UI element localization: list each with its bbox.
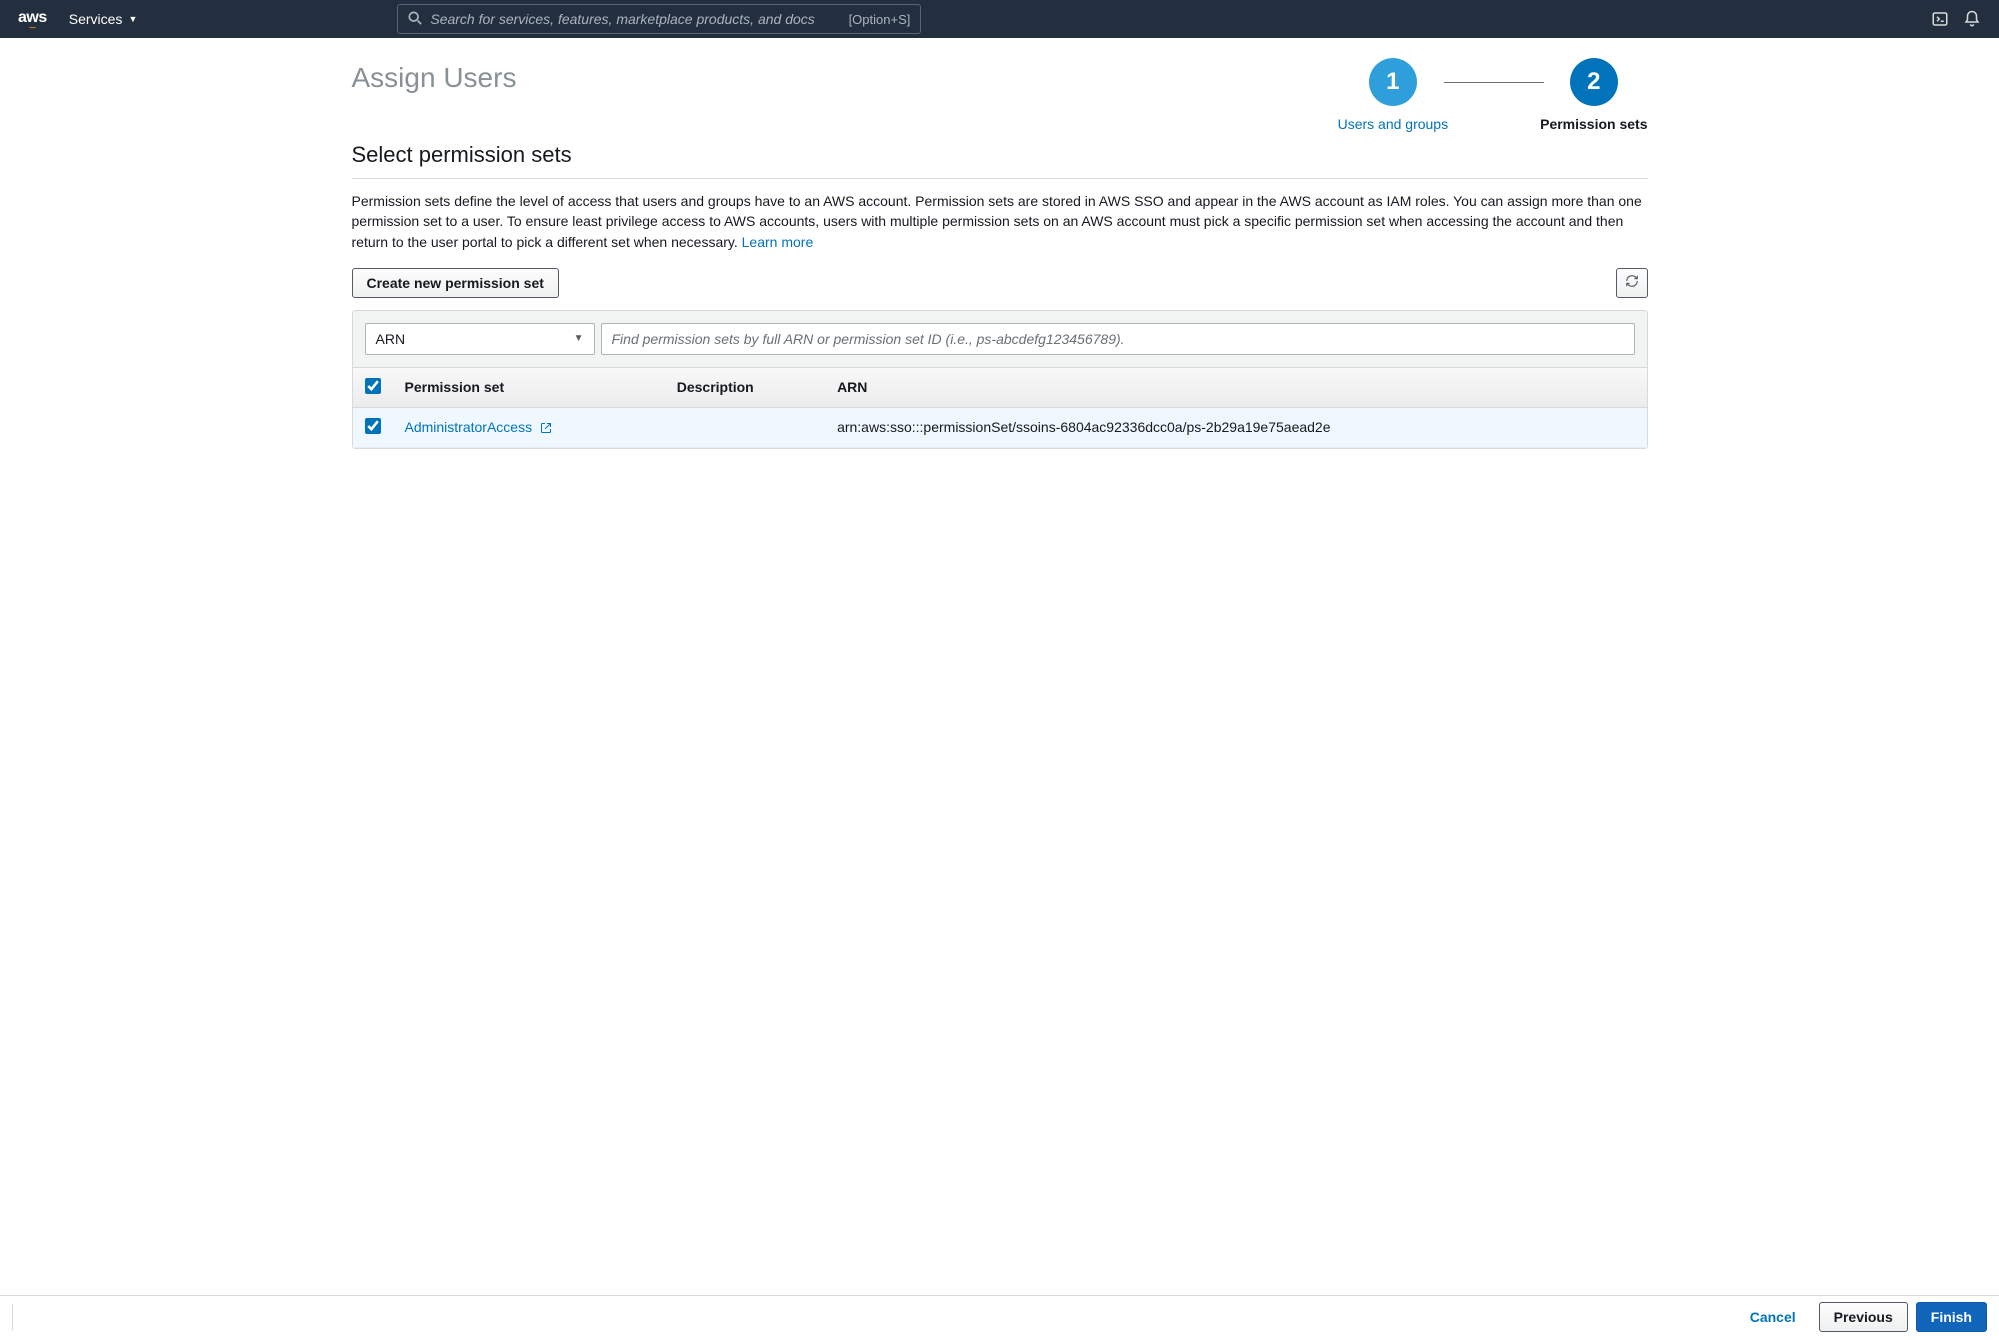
- aws-logo-smile: ⌣: [18, 26, 47, 28]
- step-permission-sets: 2 Permission sets: [1540, 58, 1647, 132]
- step-1-circle: 1: [1369, 58, 1417, 106]
- col-description: Description: [665, 368, 825, 408]
- col-select-all: [353, 368, 393, 408]
- learn-more-link[interactable]: Learn more: [742, 234, 814, 250]
- global-search-input[interactable]: [430, 11, 840, 27]
- footer-separator: [12, 1304, 13, 1330]
- filter-mode-select[interactable]: ARN ▼: [365, 323, 595, 355]
- filter-input[interactable]: [601, 323, 1635, 355]
- step-users-and-groups[interactable]: 1 Users and groups: [1338, 58, 1449, 132]
- row-arn: arn:aws:sso:::permissionSet/ssoins-6804a…: [825, 407, 1646, 447]
- services-label: Services: [69, 11, 123, 27]
- finish-button[interactable]: Finish: [1916, 1302, 1987, 1332]
- global-search[interactable]: [Option+S]: [397, 4, 921, 34]
- external-link-icon: [540, 422, 552, 434]
- step-1-label: Users and groups: [1338, 116, 1449, 132]
- description-text: Permission sets define the level of acce…: [352, 193, 1642, 250]
- permission-set-link[interactable]: AdministratorAccess: [405, 419, 552, 435]
- row-description: [665, 407, 825, 447]
- notifications-icon[interactable]: [1963, 10, 1981, 28]
- step-2-circle: 2: [1570, 58, 1618, 106]
- create-permission-set-button[interactable]: Create new permission set: [352, 268, 559, 298]
- section-description: Permission sets define the level of acce…: [352, 191, 1648, 252]
- table-row: AdministratorAccess arn:aws:sso:::permis…: [353, 407, 1647, 447]
- aws-logo[interactable]: aws ⌣: [18, 9, 47, 29]
- select-all-checkbox[interactable]: [365, 378, 381, 394]
- toolbar: Create new permission set: [352, 268, 1648, 298]
- top-navbar: aws ⌣ Services ▼ [Option+S]: [0, 0, 1999, 38]
- permission-set-name: AdministratorAccess: [405, 419, 533, 435]
- section-divider: [352, 178, 1648, 179]
- refresh-icon: [1625, 274, 1639, 291]
- services-menu[interactable]: Services ▼: [69, 11, 138, 27]
- row-checkbox[interactable]: [365, 418, 381, 434]
- cloudshell-icon[interactable]: [1931, 10, 1949, 28]
- filter-mode-label: ARN: [376, 331, 406, 347]
- step-connector: [1444, 82, 1544, 83]
- col-arn: ARN: [825, 368, 1646, 408]
- step-2-label: Permission sets: [1540, 116, 1647, 132]
- main-content: Assign Users 1 Users and groups 2 Permis…: [352, 38, 1648, 449]
- filter-bar: ARN ▼: [353, 311, 1647, 368]
- col-permission-set: Permission set: [393, 368, 665, 408]
- permission-set-panel: ARN ▼ Permission set Description ARN: [352, 310, 1648, 449]
- previous-button[interactable]: Previous: [1819, 1302, 1908, 1332]
- caret-down-icon: ▼: [128, 14, 137, 24]
- search-icon: [408, 11, 430, 28]
- wizard-steps: 1 Users and groups 2 Permission sets: [1338, 58, 1648, 132]
- cancel-button[interactable]: Cancel: [1735, 1302, 1811, 1332]
- search-shortcut-hint: [Option+S]: [849, 12, 911, 27]
- wizard-footer: Cancel Previous Finish: [0, 1295, 1999, 1340]
- caret-down-icon: ▼: [574, 333, 584, 344]
- section-heading: Select permission sets: [352, 142, 1648, 168]
- refresh-button[interactable]: [1616, 268, 1648, 298]
- permission-set-table: Permission set Description ARN Administr…: [353, 368, 1647, 448]
